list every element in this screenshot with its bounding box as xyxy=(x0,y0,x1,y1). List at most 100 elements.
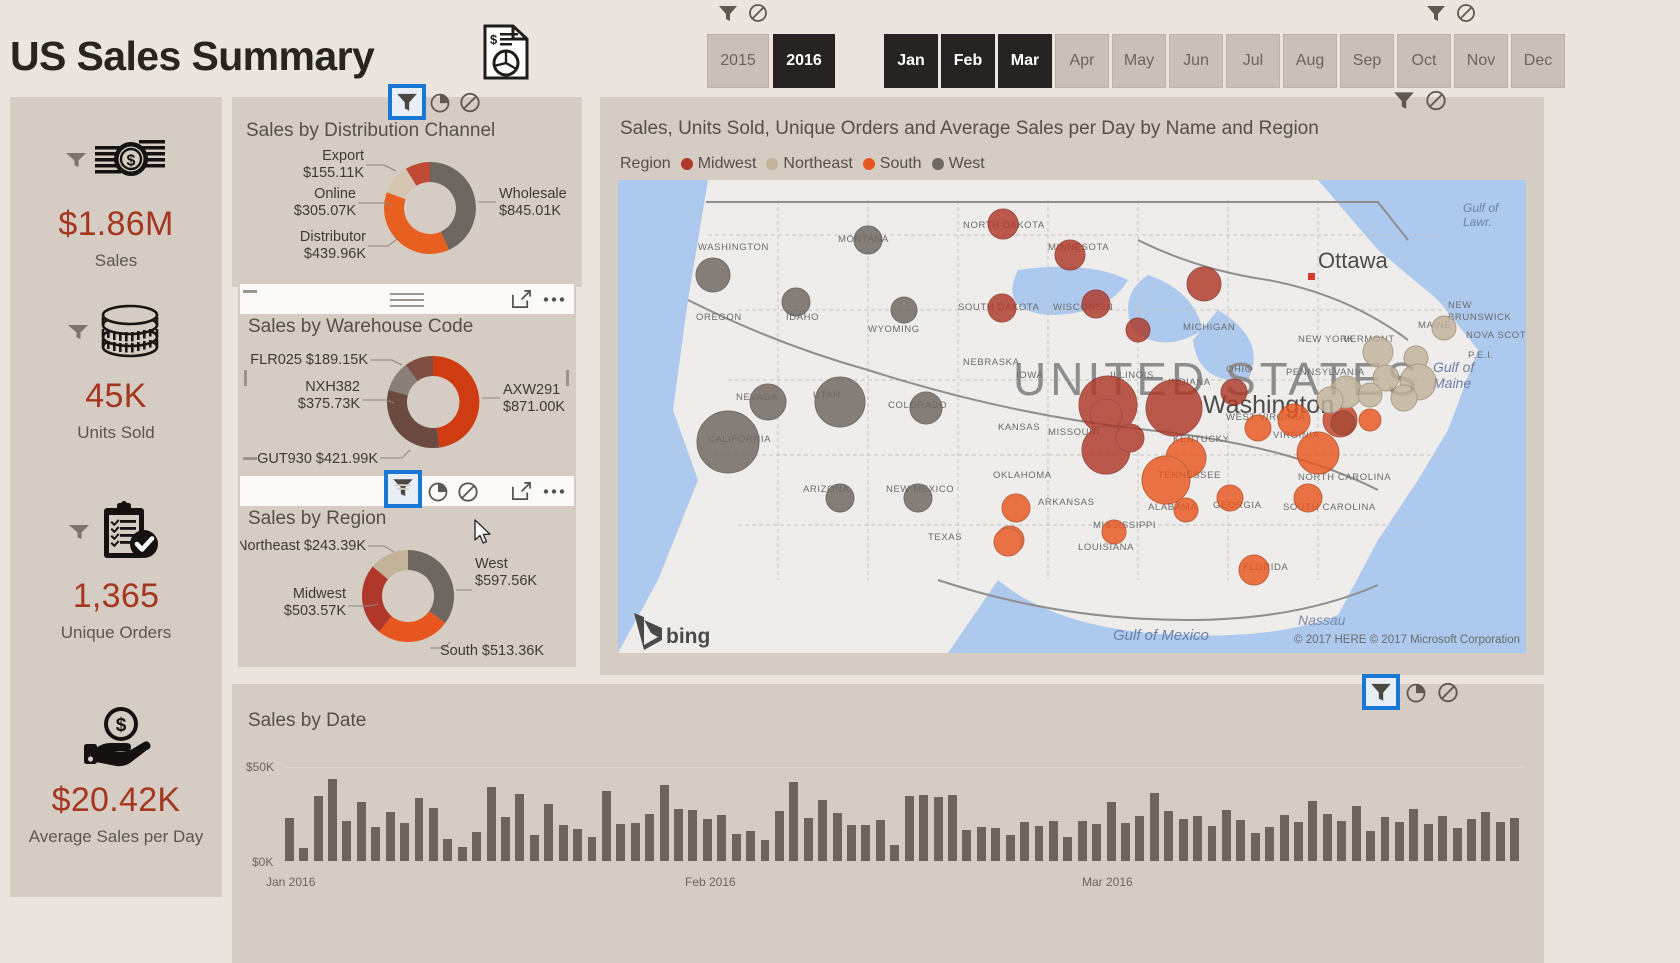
bar[interactable] xyxy=(861,824,871,861)
bar[interactable] xyxy=(1193,815,1203,861)
month-option-dec[interactable]: Dec xyxy=(1511,34,1565,88)
bar[interactable] xyxy=(1423,823,1433,861)
bar[interactable] xyxy=(919,795,929,861)
bar[interactable] xyxy=(789,781,799,861)
bar[interactable] xyxy=(933,797,943,861)
map-toolbar[interactable] xyxy=(1392,88,1448,112)
bar[interactable] xyxy=(1294,821,1303,861)
bar[interactable] xyxy=(760,840,770,861)
month-slicer-toolbar[interactable] xyxy=(1425,2,1477,24)
bar[interactable] xyxy=(674,809,683,861)
year-option-2015[interactable]: 2015 xyxy=(707,34,769,88)
bar[interactable] xyxy=(1380,816,1390,861)
bar[interactable] xyxy=(1250,832,1260,861)
focus-mode-icon[interactable] xyxy=(511,481,532,502)
bar[interactable] xyxy=(371,826,381,861)
month-option-may[interactable]: May xyxy=(1112,34,1166,88)
bar[interactable] xyxy=(1351,806,1361,861)
map-graphic[interactable]: UNITED STATES Washington Ottawa Nassau G… xyxy=(618,180,1526,653)
drag-handle[interactable] xyxy=(390,293,424,311)
warehouse-visual-header[interactable] xyxy=(240,284,574,314)
bar[interactable] xyxy=(1221,810,1231,861)
bar[interactable] xyxy=(1394,821,1404,861)
bar[interactable] xyxy=(832,812,842,861)
bar[interactable] xyxy=(1438,815,1448,861)
month-option-jan[interactable]: Jan xyxy=(884,34,938,88)
legend-item-west[interactable]: West xyxy=(931,155,985,173)
bar[interactable] xyxy=(414,798,424,861)
bar[interactable] xyxy=(601,791,611,861)
bar[interactable] xyxy=(1308,801,1318,861)
bar[interactable] xyxy=(803,817,813,861)
bar[interactable] xyxy=(385,812,395,861)
month-option-nov[interactable]: Nov xyxy=(1454,34,1508,88)
more-options-icon[interactable] xyxy=(542,481,566,502)
bar[interactable] xyxy=(299,848,309,861)
bar[interactable] xyxy=(774,811,784,861)
bar[interactable] xyxy=(1279,814,1289,861)
bar[interactable] xyxy=(356,802,366,861)
bar[interactable] xyxy=(1366,830,1376,861)
bar[interactable] xyxy=(400,822,410,861)
no-filter-icon[interactable] xyxy=(1455,2,1477,24)
bar[interactable] xyxy=(890,845,900,861)
bar[interactable] xyxy=(1409,809,1419,861)
distribution-channel-donut[interactable]: Export $155.11K Online $305.07K Distribu… xyxy=(240,140,580,280)
kpi-card-sales[interactable]: $ $1.86M Sales xyxy=(10,121,222,271)
bar[interactable] xyxy=(284,817,294,861)
bar[interactable] xyxy=(558,824,568,861)
focus-pie-icon[interactable] xyxy=(428,90,452,114)
kpi-card-average-sales[interactable]: $ $20.42K Average Sales per Day xyxy=(10,697,222,847)
filter-icon[interactable] xyxy=(68,523,90,541)
bar[interactable] xyxy=(645,813,655,861)
map-legend[interactable]: Region Midwest Northeast South West xyxy=(620,155,985,173)
bar[interactable] xyxy=(1467,818,1476,861)
bar[interactable] xyxy=(1106,802,1116,861)
bar[interactable] xyxy=(1236,819,1246,861)
focus-pie-icon[interactable] xyxy=(1404,680,1428,704)
bar[interactable] xyxy=(1164,811,1174,861)
sales-by-date-bars[interactable] xyxy=(282,763,1522,861)
bar[interactable] xyxy=(818,800,828,861)
bar[interactable] xyxy=(847,824,856,861)
month-option-aug[interactable]: Aug xyxy=(1283,34,1337,88)
region-donut[interactable]: Northeast $243.39K Midwest $503.57K West… xyxy=(240,528,576,668)
no-filter-icon[interactable] xyxy=(1436,680,1460,704)
legend-item-northeast[interactable]: Northeast xyxy=(766,155,853,173)
bar[interactable] xyxy=(1048,820,1058,861)
month-slicer[interactable]: Jan Feb Mar Apr May Jun Jul Aug Sep Oct … xyxy=(884,34,1565,88)
bar[interactable] xyxy=(991,827,1001,861)
bar[interactable] xyxy=(472,831,482,861)
bar[interactable] xyxy=(1121,822,1130,861)
bar[interactable] xyxy=(313,796,323,861)
bar[interactable] xyxy=(327,778,337,861)
filter-icon[interactable] xyxy=(717,2,739,24)
focus-pie-icon[interactable] xyxy=(426,480,450,504)
map-canvas[interactable]: UNITED STATES Washington Ottawa Nassau G… xyxy=(618,180,1526,653)
no-filter-icon[interactable] xyxy=(458,90,482,114)
month-option-sep[interactable]: Sep xyxy=(1340,34,1394,88)
month-option-oct[interactable]: Oct xyxy=(1397,34,1451,88)
filter-icon[interactable] xyxy=(388,84,426,120)
bar[interactable] xyxy=(1005,834,1015,861)
bar[interactable] xyxy=(587,837,597,861)
bar[interactable] xyxy=(342,820,352,861)
month-option-jul[interactable]: Jul xyxy=(1226,34,1280,88)
bar[interactable] xyxy=(428,808,438,861)
bar[interactable] xyxy=(544,804,554,861)
bar[interactable] xyxy=(1135,815,1145,861)
filter-icon[interactable] xyxy=(65,151,87,169)
bar[interactable] xyxy=(1207,825,1217,861)
bar[interactable] xyxy=(875,819,885,861)
month-option-feb[interactable]: Feb xyxy=(941,34,995,88)
year-slicer-toolbar[interactable] xyxy=(717,2,769,24)
kpi-card-unique-orders[interactable]: 1,365 Unique Orders xyxy=(10,493,222,643)
bar[interactable] xyxy=(702,818,712,861)
bar[interactable] xyxy=(947,795,957,861)
bar[interactable] xyxy=(962,829,972,861)
bar[interactable] xyxy=(573,828,583,861)
bar[interactable] xyxy=(1020,821,1030,861)
filter-icon[interactable] xyxy=(1392,88,1416,112)
filter-icon[interactable] xyxy=(67,323,89,341)
bar[interactable] xyxy=(630,822,640,861)
